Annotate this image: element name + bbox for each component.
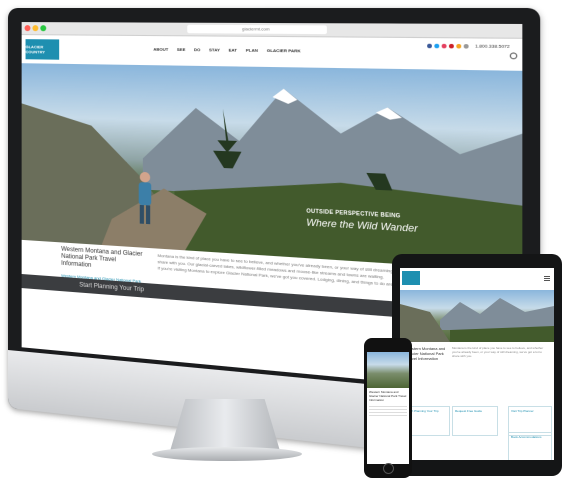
text-line [369, 409, 407, 410]
nav-plan[interactable]: PLAN [246, 47, 258, 52]
phone-number[interactable]: 1.800.338.5072 [475, 43, 510, 49]
text-line [369, 412, 407, 413]
tablet-device: Western Montana and Glacier National Par… [392, 254, 562, 476]
hiker-leg [146, 205, 151, 225]
close-window-dot[interactable] [24, 25, 31, 32]
home-button[interactable] [383, 463, 394, 474]
address-bar[interactable]: glaciermt.com [187, 24, 327, 35]
email-icon[interactable] [463, 43, 469, 49]
site-logo[interactable]: GLACIER COUNTRY [25, 39, 60, 60]
monitor-stand [170, 399, 280, 451]
text-line [369, 415, 407, 416]
tablet-landscape-illustration [400, 298, 554, 342]
nav-stay[interactable]: STAY [209, 47, 220, 52]
tablet-website-screen: Western Montana and Glacier National Par… [400, 268, 554, 460]
tablet-cta-boxes: Start Planning Your Trip Request Free Gu… [404, 406, 552, 460]
hiker-body [138, 182, 152, 206]
phone-website-screen: Western Montana and Glacier National Par… [367, 352, 409, 464]
twitter-icon[interactable] [434, 43, 440, 48]
tablet-cta-guide[interactable]: Request Free Guide [452, 406, 498, 436]
tablet-intro-body: Montana is the kind of place you have to… [452, 346, 544, 358]
tablet-hero-image [400, 290, 554, 342]
hero-image: OUTSIDE PERSPECTIVE BEING Where the Wild… [21, 63, 523, 272]
nav-eat[interactable]: EAT [229, 47, 237, 52]
pinterest-icon[interactable] [449, 43, 455, 48]
rss-icon[interactable] [456, 43, 462, 48]
tablet-header [400, 268, 554, 290]
instagram-icon[interactable] [441, 43, 447, 48]
search-icon[interactable] [509, 52, 518, 60]
monitor-stand-base [152, 447, 302, 461]
phone-intro-title: Western Montana and Glacier National Par… [369, 390, 407, 402]
nav-do[interactable]: DO [194, 47, 200, 52]
phone-hero-image [367, 352, 409, 388]
nav-glacier-park[interactable]: GLACIER PARK [267, 48, 301, 54]
tablet-intro: Western Montana and Glacier National Par… [400, 342, 554, 404]
hiker-leg [139, 204, 144, 224]
zoom-window-dot[interactable] [40, 25, 47, 32]
mountain-range [440, 298, 554, 330]
plan-trip-label: Start Planning Your Trip [79, 282, 144, 294]
tablet-cta-book[interactable]: Book Accommodations [508, 432, 552, 460]
phone-device: Western Montana and Glacier National Par… [364, 338, 412, 478]
hamburger-menu-icon[interactable] [544, 276, 550, 277]
facebook-icon[interactable] [427, 43, 433, 48]
intro-title: Western Montana and Glacier National Par… [61, 246, 143, 269]
nav-about[interactable]: ABOUT [153, 46, 168, 51]
mountain-landscape-illustration [21, 85, 523, 272]
minimize-window-dot[interactable] [32, 25, 39, 32]
nav-see[interactable]: SEE [177, 47, 186, 52]
text-line [369, 406, 407, 407]
social-links: 1.800.338.5072 [427, 43, 510, 49]
main-nav: ABOUT SEE DO STAY EAT PLAN GLACIER PARK [153, 46, 300, 53]
tablet-logo[interactable] [402, 271, 420, 285]
tablet-intro-title: Western Montana and Glacier National Par… [406, 346, 446, 361]
